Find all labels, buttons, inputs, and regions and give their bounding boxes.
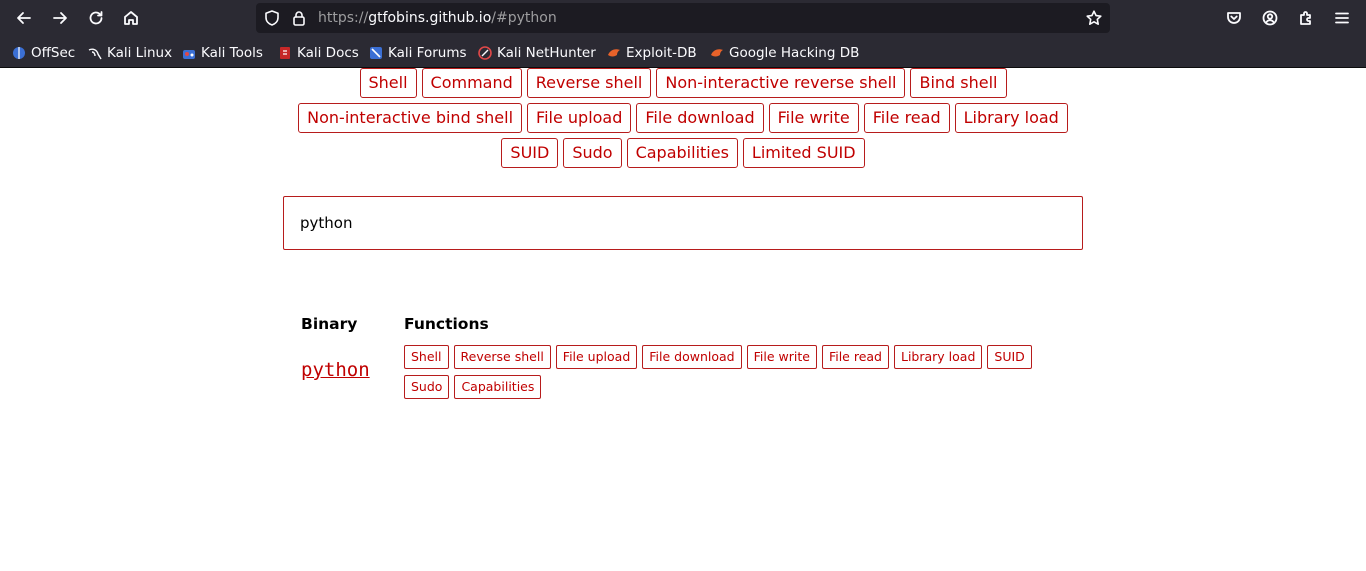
filter-command[interactable]: Command bbox=[421, 68, 522, 98]
bookmark-label: Exploit-DB bbox=[626, 45, 697, 61]
lock-icon[interactable] bbox=[290, 9, 308, 27]
filter-non-interactive-reverse-shell[interactable]: Non-interactive reverse shell bbox=[656, 68, 906, 98]
tracking-shield-icon[interactable] bbox=[263, 9, 281, 27]
filter-reverse-shell[interactable]: Reverse shell bbox=[526, 68, 652, 98]
url-text[interactable]: https://gtfobins.github.io/#python bbox=[318, 9, 557, 27]
binary-column-header: Binary bbox=[301, 315, 358, 333]
puzzle-icon bbox=[1300, 11, 1311, 25]
bookmark-kali-tools[interactable]: Kali Tools bbox=[182, 44, 263, 62]
forward-button[interactable] bbox=[46, 4, 74, 32]
hamburger-icon bbox=[1335, 12, 1349, 24]
filter-file-read[interactable]: File read bbox=[863, 103, 950, 133]
reload-icon bbox=[89, 11, 103, 25]
bookmark-kali-linux[interactable]: Kali Linux bbox=[88, 44, 172, 62]
function-tag-file-read[interactable]: File read bbox=[821, 345, 889, 369]
filter-suid[interactable]: SUID bbox=[501, 138, 559, 168]
back-button[interactable] bbox=[10, 4, 38, 32]
search-input[interactable]: python bbox=[283, 196, 1083, 250]
browser-toolbar: https://gtfobins.github.io/#python bbox=[0, 0, 1366, 36]
bookmark-label: Google Hacking DB bbox=[729, 45, 860, 61]
filter-file-upload[interactable]: File upload bbox=[527, 103, 632, 133]
binary-functions-list: Shell Reverse shell File upload File dow… bbox=[404, 345, 1054, 399]
reload-button[interactable] bbox=[82, 4, 110, 32]
account-icon bbox=[1262, 10, 1278, 26]
filter-capabilities[interactable]: Capabilities bbox=[626, 138, 738, 168]
bookmark-label: Kali Tools bbox=[201, 45, 263, 61]
function-tag-shell[interactable]: Shell bbox=[404, 345, 449, 369]
account-button[interactable] bbox=[1256, 4, 1284, 32]
binary-link-python[interactable]: python bbox=[301, 359, 370, 381]
function-tag-capabilities[interactable]: Capabilities bbox=[454, 375, 542, 399]
arrow-right-icon bbox=[53, 12, 67, 24]
pocket-icon bbox=[1227, 12, 1241, 24]
bookmark-label: Kali Linux bbox=[107, 45, 173, 61]
bookmark-offsec[interactable]: OffSec bbox=[12, 44, 75, 62]
bookmark-label: OffSec bbox=[31, 45, 76, 61]
bookmark-google-hacking-db[interactable]: Google Hacking DB bbox=[710, 44, 859, 62]
bookmark-label: Kali Forums bbox=[388, 45, 467, 61]
address-bar[interactable]: https://gtfobins.github.io/#python bbox=[256, 3, 1110, 33]
function-tag-sudo[interactable]: Sudo bbox=[404, 375, 450, 399]
filter-bind-shell[interactable]: Bind shell bbox=[910, 68, 1007, 98]
url-path: /#python bbox=[491, 10, 557, 26]
url-host: gtfobins.github.io bbox=[368, 10, 492, 26]
url-prefix: https:// bbox=[318, 10, 369, 26]
pocket-button[interactable] bbox=[1220, 4, 1248, 32]
filter-sudo[interactable]: Sudo bbox=[563, 138, 622, 168]
kali-forums-icon bbox=[370, 47, 382, 59]
offsec-icon bbox=[13, 47, 25, 59]
function-tag-file-download[interactable]: File download bbox=[642, 345, 742, 369]
kali-tools-icon bbox=[183, 50, 195, 59]
page-content: Shell Command Reverse shell Non-interact… bbox=[0, 68, 1366, 571]
home-button[interactable] bbox=[117, 4, 145, 32]
function-tag-file-write[interactable]: File write bbox=[746, 345, 817, 369]
extensions-button[interactable] bbox=[1292, 4, 1320, 32]
function-filter-row: Shell Command Reverse shell Non-interact… bbox=[0, 68, 1366, 98]
function-tag-library-load[interactable]: Library load bbox=[893, 345, 983, 369]
functions-column-header: Functions bbox=[404, 315, 489, 333]
bookmark-star-icon[interactable] bbox=[1085, 9, 1103, 27]
kali-docs-icon bbox=[280, 47, 290, 59]
arrow-left-icon bbox=[17, 12, 31, 24]
filter-file-write[interactable]: File write bbox=[768, 103, 859, 133]
nethunter-icon bbox=[478, 46, 492, 60]
bookmark-exploit-db[interactable]: Exploit-DB bbox=[607, 44, 697, 62]
function-tag-file-upload[interactable]: File upload bbox=[555, 345, 638, 369]
filter-file-download[interactable]: File download bbox=[636, 103, 764, 133]
bookmark-kali-nethunter[interactable]: Kali NetHunter bbox=[478, 44, 596, 62]
filter-limited-suid[interactable]: Limited SUID bbox=[742, 138, 865, 168]
bookmarks-toolbar: OffSec Kali Linux Kali Tools Kali Docs K… bbox=[0, 36, 1366, 68]
filter-shell[interactable]: Shell bbox=[359, 68, 417, 98]
bookmark-kali-forums[interactable]: Kali Forums bbox=[369, 44, 467, 62]
menu-button[interactable] bbox=[1328, 4, 1356, 32]
home-icon bbox=[124, 11, 138, 25]
function-tag-suid[interactable]: SUID bbox=[987, 345, 1032, 369]
function-tag-reverse-shell[interactable]: Reverse shell bbox=[453, 345, 551, 369]
filter-non-interactive-bind-shell[interactable]: Non-interactive bind shell bbox=[298, 103, 523, 133]
bookmark-label: Kali Docs bbox=[297, 45, 359, 61]
kali-dragon-icon bbox=[88, 48, 102, 60]
function-filter-row: Non-interactive bind shell File upload F… bbox=[0, 103, 1366, 133]
bookmark-label: Kali NetHunter bbox=[497, 45, 596, 61]
ghdb-icon bbox=[711, 49, 723, 57]
bookmark-kali-docs[interactable]: Kali Docs bbox=[278, 44, 359, 62]
filter-library-load[interactable]: Library load bbox=[954, 103, 1068, 133]
exploitdb-icon bbox=[608, 49, 620, 57]
function-filter-row: SUID Sudo Capabilities Limited SUID bbox=[0, 138, 1366, 168]
